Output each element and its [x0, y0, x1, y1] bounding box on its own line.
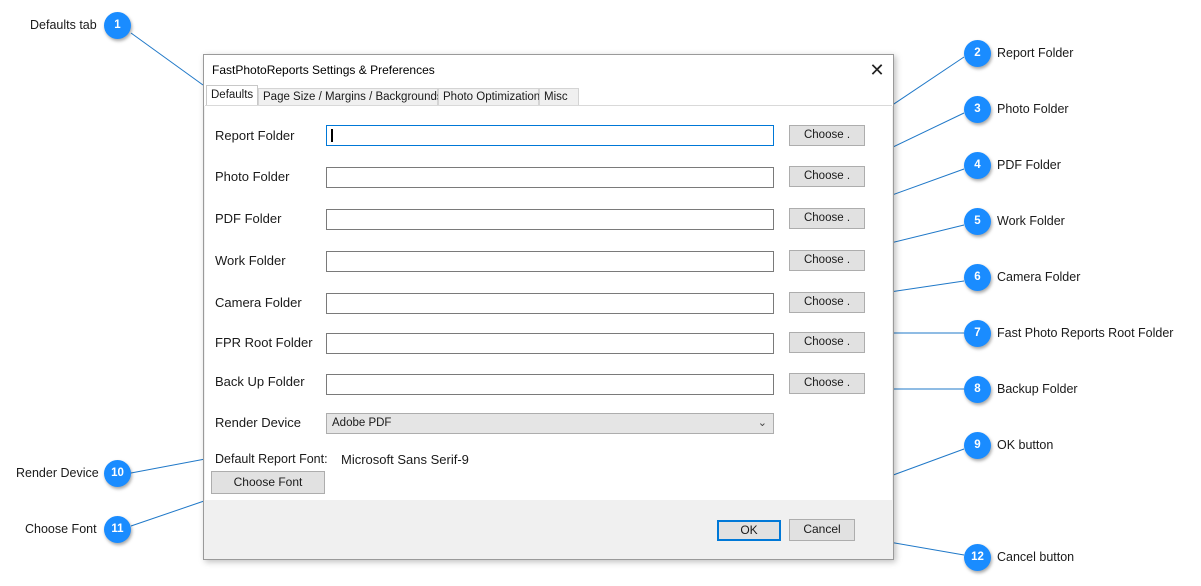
render-device-value: Adobe PDF: [332, 417, 392, 429]
dialog-title: FastPhotoReports Settings & Preferences: [212, 63, 435, 77]
callout-badge-7: 7: [964, 320, 991, 347]
backup-folder-label: Back Up Folder: [215, 374, 305, 389]
tab-misc[interactable]: Misc: [539, 88, 579, 106]
callout-label-2: Report Folder: [997, 46, 1074, 60]
ok-button[interactable]: OK: [717, 520, 781, 541]
title-bar: FastPhotoReports Settings & Preferences …: [204, 55, 893, 85]
photo-folder-input[interactable]: [326, 167, 774, 188]
callout-label-9: OK button: [997, 438, 1054, 452]
photo-folder-label: Photo Folder: [215, 169, 290, 184]
callout-badge-1: 1: [104, 12, 131, 39]
pdf-folder-choose-button[interactable]: Choose .: [789, 208, 865, 229]
callout-badge-6: 6: [964, 264, 991, 291]
tab-photo-optimization[interactable]: Photo Optimization: [438, 88, 540, 106]
callout-badge-12: 12: [964, 544, 991, 571]
report-folder-choose-button[interactable]: Choose .: [789, 125, 865, 146]
fpr-root-folder-input[interactable]: [326, 333, 774, 354]
report-folder-label: Report Folder: [215, 128, 295, 143]
report-folder-input[interactable]: [326, 125, 774, 146]
fpr-root-folder-choose-button[interactable]: Choose .: [789, 332, 865, 353]
close-icon: ✕: [869, 59, 885, 80]
callout-label-11: Choose Font: [25, 522, 97, 536]
callout-label-4: PDF Folder: [997, 158, 1061, 172]
tab-strip: Defaults Page Size / Margins / Backgroun…: [204, 85, 893, 106]
work-folder-label: Work Folder: [215, 253, 286, 268]
callout-label-5: Work Folder: [997, 214, 1065, 228]
callout-label-10: Render Device: [16, 466, 99, 480]
render-device-select[interactable]: Adobe PDF ⌄: [326, 413, 774, 434]
tab-page-size[interactable]: Page Size / Margins / Backgrounds: [258, 88, 443, 106]
callout-line-11: [130, 499, 208, 527]
pdf-folder-input[interactable]: [326, 209, 774, 230]
backup-folder-input[interactable]: [326, 374, 774, 395]
defaults-panel: Report Folder Choose . Photo Folder Choo…: [205, 105, 892, 500]
backup-folder-choose-button[interactable]: Choose .: [789, 373, 865, 394]
callout-label-12: Cancel button: [997, 550, 1075, 564]
tab-defaults[interactable]: Defaults: [206, 85, 258, 106]
callout-label-7: Fast Photo Reports Root Folder: [997, 326, 1174, 340]
text-caret: [331, 129, 333, 142]
choose-font-button[interactable]: Choose Font: [211, 471, 325, 494]
callout-badge-4: 4: [964, 152, 991, 179]
callout-label-3: Photo Folder: [997, 102, 1069, 116]
photo-folder-choose-button[interactable]: Choose .: [789, 166, 865, 187]
callout-badge-9: 9: [964, 432, 991, 459]
chevron-down-icon: ⌄: [757, 417, 767, 429]
render-device-label: Render Device: [215, 415, 301, 430]
callout-label-1: Defaults tab: [30, 18, 97, 32]
fpr-root-folder-label: FPR Root Folder: [215, 335, 313, 350]
callout-badge-10: 10: [104, 460, 131, 487]
camera-folder-label: Camera Folder: [215, 295, 302, 310]
pdf-folder-label: PDF Folder: [215, 211, 282, 226]
settings-dialog: FastPhotoReports Settings & Preferences …: [203, 54, 894, 560]
callout-badge-3: 3: [964, 96, 991, 123]
callout-badge-5: 5: [964, 208, 991, 235]
camera-folder-choose-button[interactable]: Choose .: [789, 292, 865, 313]
callout-badge-2: 2: [964, 40, 991, 67]
default-font-label: Default Report Font:: [215, 452, 328, 466]
camera-folder-input[interactable]: [326, 293, 774, 314]
callout-badge-11: 11: [104, 516, 131, 543]
callout-label-6: Camera Folder: [997, 270, 1081, 284]
work-folder-choose-button[interactable]: Choose .: [789, 250, 865, 271]
default-font-value: Microsoft Sans Serif-9: [341, 452, 469, 467]
work-folder-input[interactable]: [326, 251, 774, 272]
callout-badge-8: 8: [964, 376, 991, 403]
callout-label-8: Backup Folder: [997, 382, 1078, 396]
callout-line-1: [130, 32, 204, 86]
cancel-button[interactable]: Cancel: [789, 519, 855, 541]
close-button[interactable]: ✕: [861, 55, 893, 85]
